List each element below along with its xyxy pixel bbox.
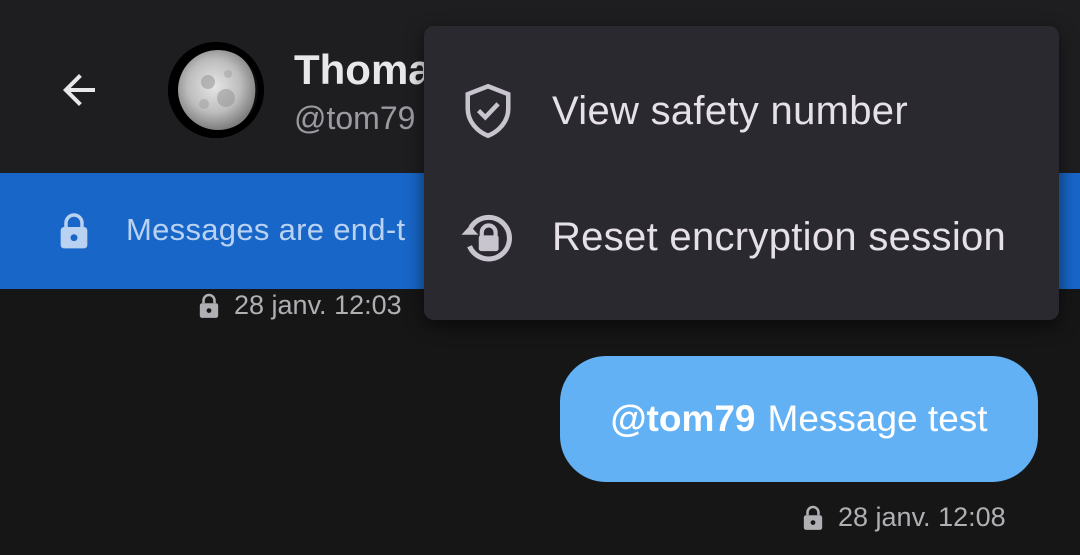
reset-lock-icon <box>458 207 518 267</box>
encryption-banner-text: Messages are end-t <box>126 212 406 247</box>
overflow-menu: View safety number Reset encryption sess… <box>424 26 1059 320</box>
message-text: Message test <box>767 398 988 439</box>
lock-icon <box>199 293 219 318</box>
back-button[interactable] <box>44 60 114 120</box>
timestamp-text: 28 janv. 12:03 <box>234 290 402 320</box>
menu-item-label: View safety number <box>552 88 908 133</box>
menu-item-reset-encryption-session[interactable]: Reset encryption session <box>424 174 1059 300</box>
lock-icon <box>60 213 88 249</box>
mention-link[interactable]: @tom79 <box>610 398 755 440</box>
shield-check-icon <box>458 81 518 141</box>
message-timestamp: 28 janv. 12:03 <box>198 290 402 321</box>
timestamp-text: 28 janv. 12:08 <box>838 502 1006 532</box>
avatar[interactable] <box>168 42 264 138</box>
arrow-back-icon <box>63 74 95 106</box>
menu-item-label: Reset encryption session <box>552 214 1007 259</box>
conversation-screen: Thoma @tom79 Messages are end-t 28 janv.… <box>0 0 1080 555</box>
moon-avatar-image <box>168 42 264 138</box>
menu-item-view-safety-number[interactable]: View safety number <box>424 48 1059 174</box>
contact-name: Thoma <box>294 46 432 93</box>
message-bubble[interactable]: @tom79 Message test <box>560 356 1038 482</box>
lock-icon <box>803 505 823 530</box>
message-timestamp: 28 janv. 12:08 <box>802 502 1006 533</box>
contact-handle: @tom79 <box>294 100 416 136</box>
